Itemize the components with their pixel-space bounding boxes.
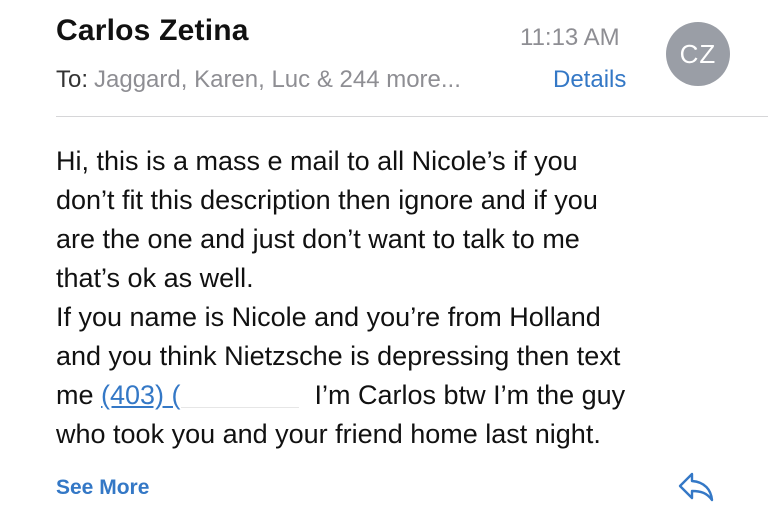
phone-number-link[interactable]: (403) ( bbox=[101, 380, 181, 410]
message-line: who took you and your friend home last n… bbox=[56, 419, 601, 449]
avatar[interactable]: CZ bbox=[666, 22, 730, 86]
message-time: 11:13 AM bbox=[520, 24, 620, 51]
message-line: and you think Nietzsche is depressing th… bbox=[56, 341, 621, 371]
message-line: If you name is Nicole and you’re from Ho… bbox=[56, 302, 601, 332]
recipients-row[interactable]: To: Jaggard, Karen, Luc & 244 more... bbox=[56, 66, 461, 94]
message-line: Hi, this is a mass e mail to all Nicole’… bbox=[56, 146, 578, 176]
message-text: I’m Carlos btw I’m the guy bbox=[314, 380, 626, 410]
message-line: are the one and just don’t want to talk … bbox=[56, 224, 580, 254]
message-body: Hi, this is a mass e mail to all Nicole’… bbox=[56, 142, 746, 454]
redacted-phone-digits bbox=[180, 385, 299, 409]
message-line: don’t fit this description then ignore a… bbox=[56, 185, 598, 215]
message-line-phone: me (403) ( I’m Carlos btw I’m the guy bbox=[56, 376, 746, 415]
recipients-list[interactable]: Jaggard, Karen, Luc & 244 more... bbox=[94, 66, 461, 93]
message-line: that’s ok as well. bbox=[56, 263, 254, 293]
to-label: To: bbox=[56, 66, 89, 93]
header-divider bbox=[56, 116, 768, 117]
see-more-link[interactable]: See More bbox=[56, 476, 149, 500]
details-link[interactable]: Details bbox=[553, 66, 626, 94]
sender-name[interactable]: Carlos Zetina bbox=[56, 14, 249, 48]
avatar-initials: CZ bbox=[679, 38, 717, 69]
message-text: me bbox=[56, 380, 102, 410]
reply-arrow-icon[interactable] bbox=[676, 470, 716, 504]
